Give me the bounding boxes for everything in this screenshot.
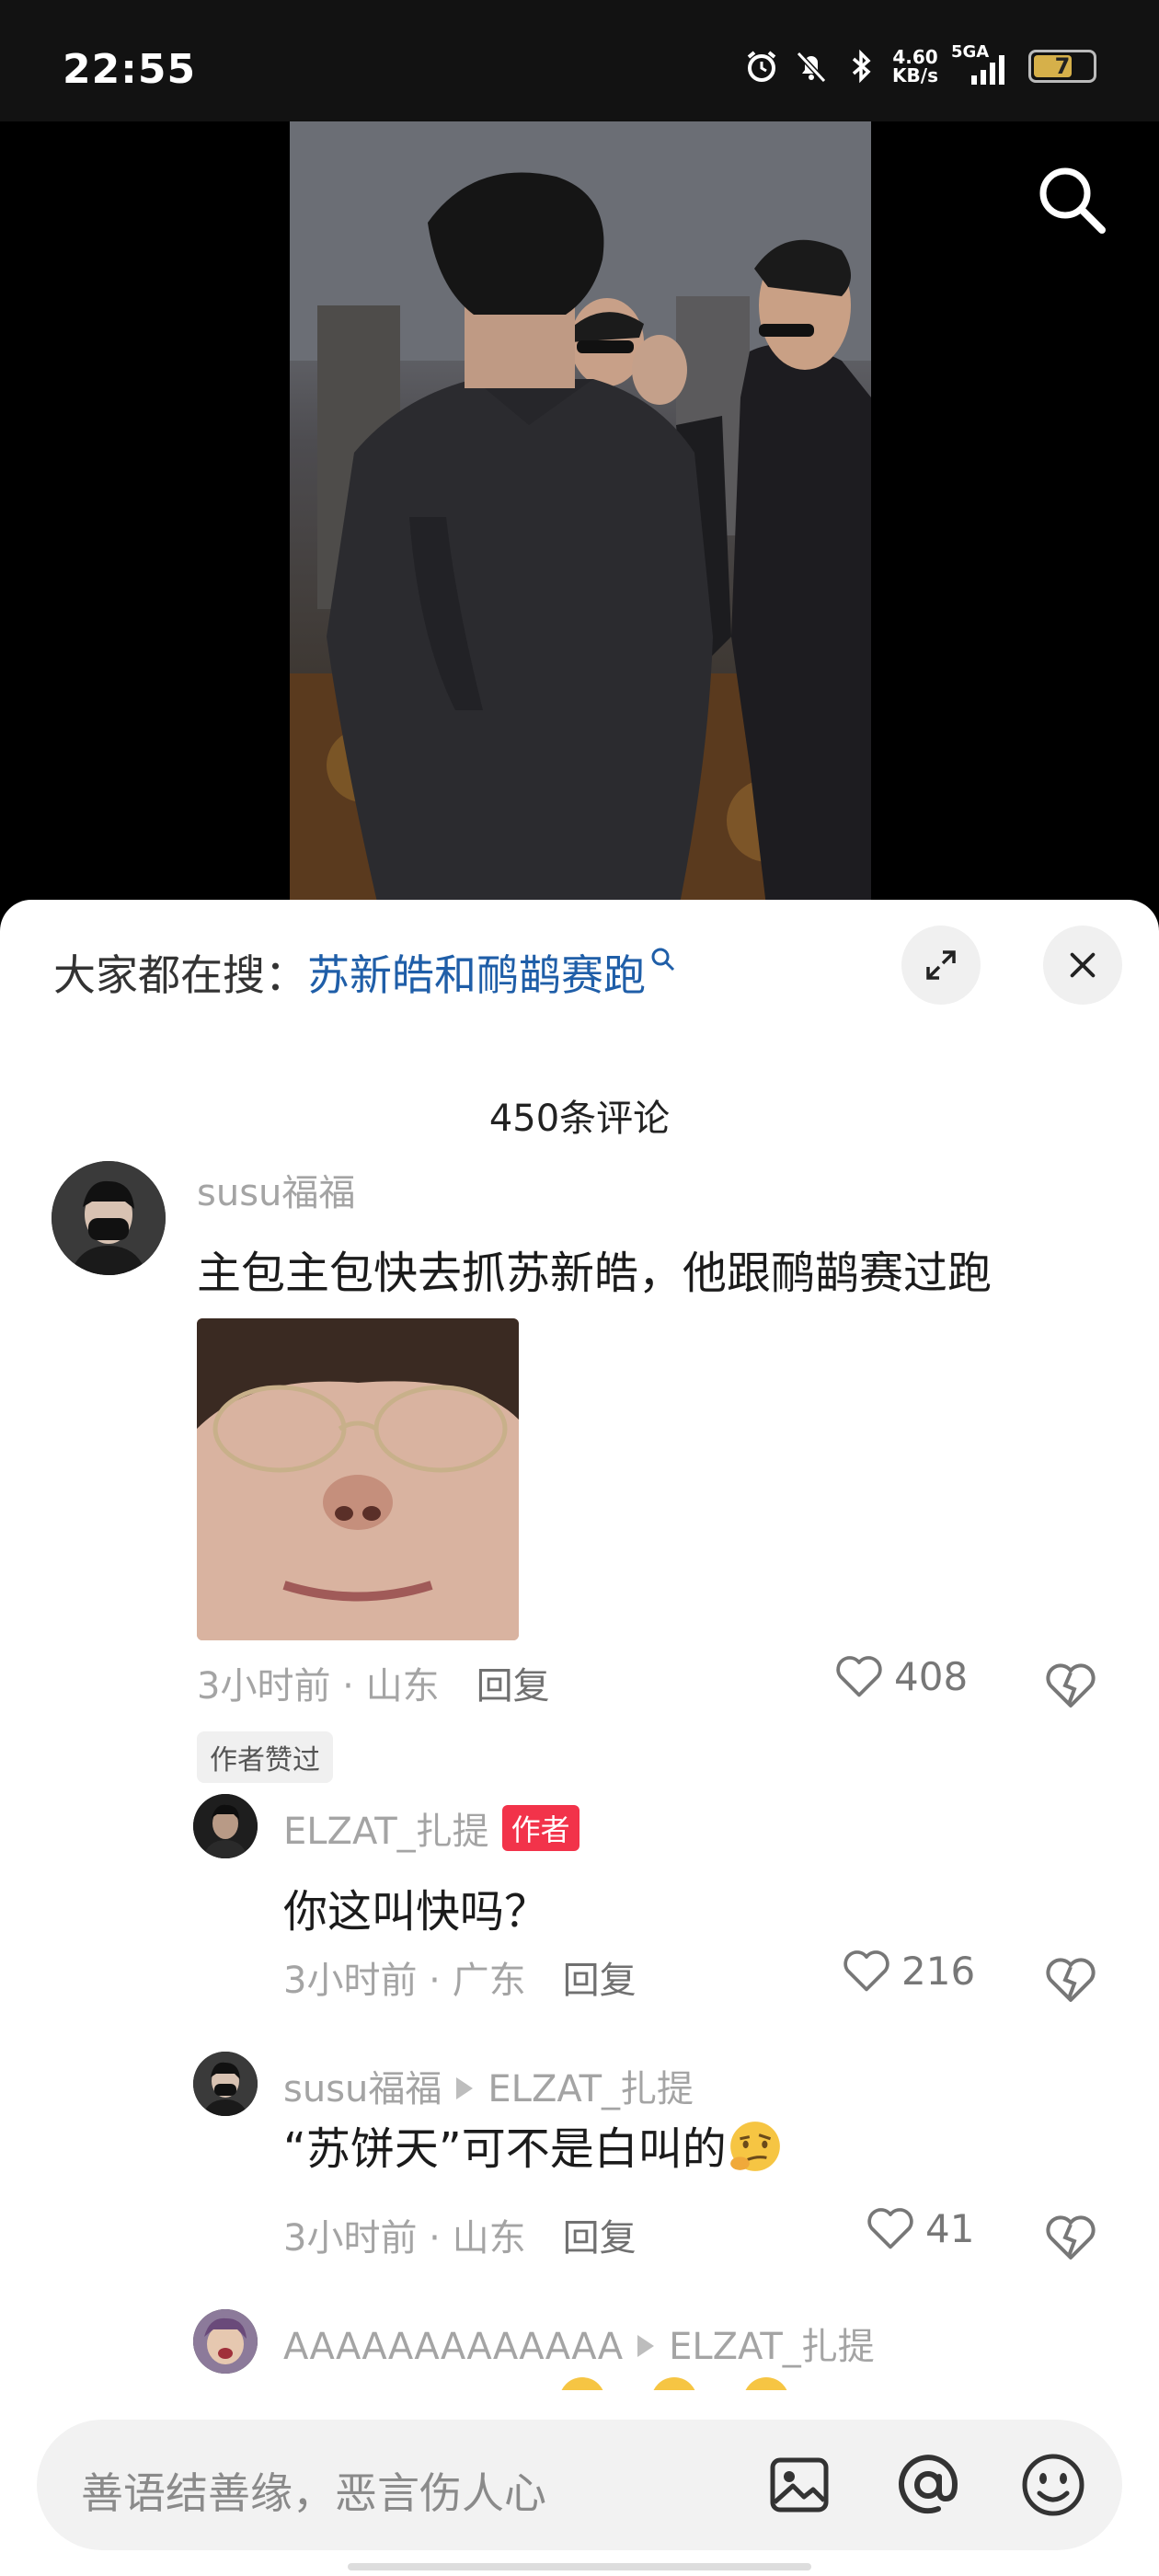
net-speed-unit: KB/s [892,64,938,86]
heart-icon [836,1656,882,1697]
reply-arrow-icon [637,2335,655,2357]
thinking-emoji-icon [729,2122,780,2171]
close-icon [1070,952,1096,978]
comment-meta-row: 3小时前 · 广东 回复 [283,1950,637,2004]
author-liked-badge: 作者赞过 [197,1731,333,1783]
home-indicator[interactable] [348,2563,811,2570]
avatar[interactable] [193,2052,258,2116]
video-frame[interactable] [290,121,871,922]
comment-input-bar[interactable]: 善语结善缘，恶言伤人心 [37,2420,1122,2550]
heart-icon [867,2208,913,2249]
comment-text: “苏饼天”可不是白叫的 [283,2123,727,2175]
comment-time-location: 3小时前 · 山东 [283,2217,526,2260]
mention-icon[interactable] [892,2449,964,2521]
video-image [290,121,871,922]
hot-search-prefix: 大家都在搜： [53,950,307,1000]
hot-search-link[interactable]: 苏新皓和鸸鹋赛跑 [307,950,646,1000]
expand-icon [926,950,956,980]
comment-meta-row: 3小时前 · 山东 回复 [197,1656,550,1709]
reply-button[interactable]: 回复 [563,2217,637,2260]
comment-meta-row: 3小时前 · 山东 回复 [283,2208,637,2261]
truncated-comment-row [283,2372,798,2390]
comment-text-row: “苏饼天”可不是白叫的 [283,2112,784,2177]
heart-icon [843,1950,889,1992]
avatar[interactable] [52,1161,166,1275]
comment-username[interactable]: susu福福 [197,1163,355,1216]
like-button[interactable]: 41 [865,2204,974,2252]
comment-sheet-header: 大家都在搜：苏新皓和鸸鹋赛跑 [0,900,1159,1029]
expand-button[interactable] [901,926,981,1005]
like-count: 216 [901,1948,976,1994]
avatar[interactable] [193,1794,258,1858]
dislike-icon[interactable] [1043,1952,1098,2007]
video-player[interactable] [0,121,1159,922]
comment-input-placeholder[interactable]: 善语结善缘，恶言伤人心 [81,2460,546,2521]
comment-image[interactable] [197,1318,519,1640]
close-button[interactable] [1043,926,1122,1005]
reply-button[interactable]: 回复 [476,1665,550,1708]
comment-time-location: 3小时前 · 广东 [283,1960,526,2002]
avatar[interactable] [193,2309,258,2374]
dislike-icon[interactable] [1043,2210,1098,2265]
signal-bars-icon [971,55,1004,85]
reply-to-username[interactable]: ELZAT_扎提 [488,2068,694,2110]
clock: 22:55 [63,46,197,93]
reply-arrow-icon [456,2077,474,2099]
reply-username-row: AAAAAAAAAAAAA ELZAT_扎提 [283,2317,875,2370]
reply-username-row: ELZAT_扎提 作者 [283,1801,580,1855]
comment-sheet: 大家都在搜：苏新皓和鸸鹋赛跑 450条评论 susu福福 主包主包快去抓苏新皓，… [0,900,1159,2576]
hot-search-bar[interactable]: 大家都在搜：苏新皓和鸸鹋赛跑 [53,942,677,1003]
like-count: 41 [925,2205,975,2251]
search-icon[interactable] [1030,158,1113,241]
dislike-icon[interactable] [1043,1658,1098,1713]
like-count: 408 [894,1653,969,1699]
small-search-icon [651,948,675,972]
like-button[interactable]: 408 [833,1652,968,1700]
reply-button[interactable]: 回复 [563,1960,637,2002]
reply-to-username[interactable]: ELZAT_扎提 [669,2326,875,2368]
comment-username[interactable]: AAAAAAAAAAAAA [283,2326,623,2368]
comment-username[interactable]: ELZAT_扎提 [283,1811,489,1853]
status-icons: 4.60 KB/s 5GA 7 [743,42,1096,85]
author-badge: 作者 [501,1805,580,1851]
comment-count: 450条评论 [488,1098,671,1140]
net-speed-value: 4.60 [892,46,938,68]
comment-username[interactable]: susu福福 [283,2068,442,2110]
net-speed: 4.60 KB/s [892,48,938,85]
like-button[interactable]: 216 [841,1947,975,1995]
comment-text: 你这叫快吗？ [283,1886,549,1938]
battery-level: 7 [1054,53,1071,79]
battery-indicator: 7 [1028,50,1096,83]
mute-bell-icon [796,51,827,84]
status-bar: 22:55 4.60 KB/s 5GA 7 [0,0,1159,121]
image-icon[interactable] [763,2449,835,2521]
signal-indicator: 5GA [951,42,1010,85]
reply-username-row: susu福福 ELZAT_扎提 [283,2059,694,2112]
comment-text: 主包主包快去抓苏新皓，他跟鸸鹋赛过跑 [197,1248,993,1299]
emoji-icon[interactable] [1017,2449,1089,2521]
comment-time-location: 3小时前 · 山东 [197,1665,440,1708]
alarm-icon [747,51,776,82]
bluetooth-icon [852,49,871,84]
